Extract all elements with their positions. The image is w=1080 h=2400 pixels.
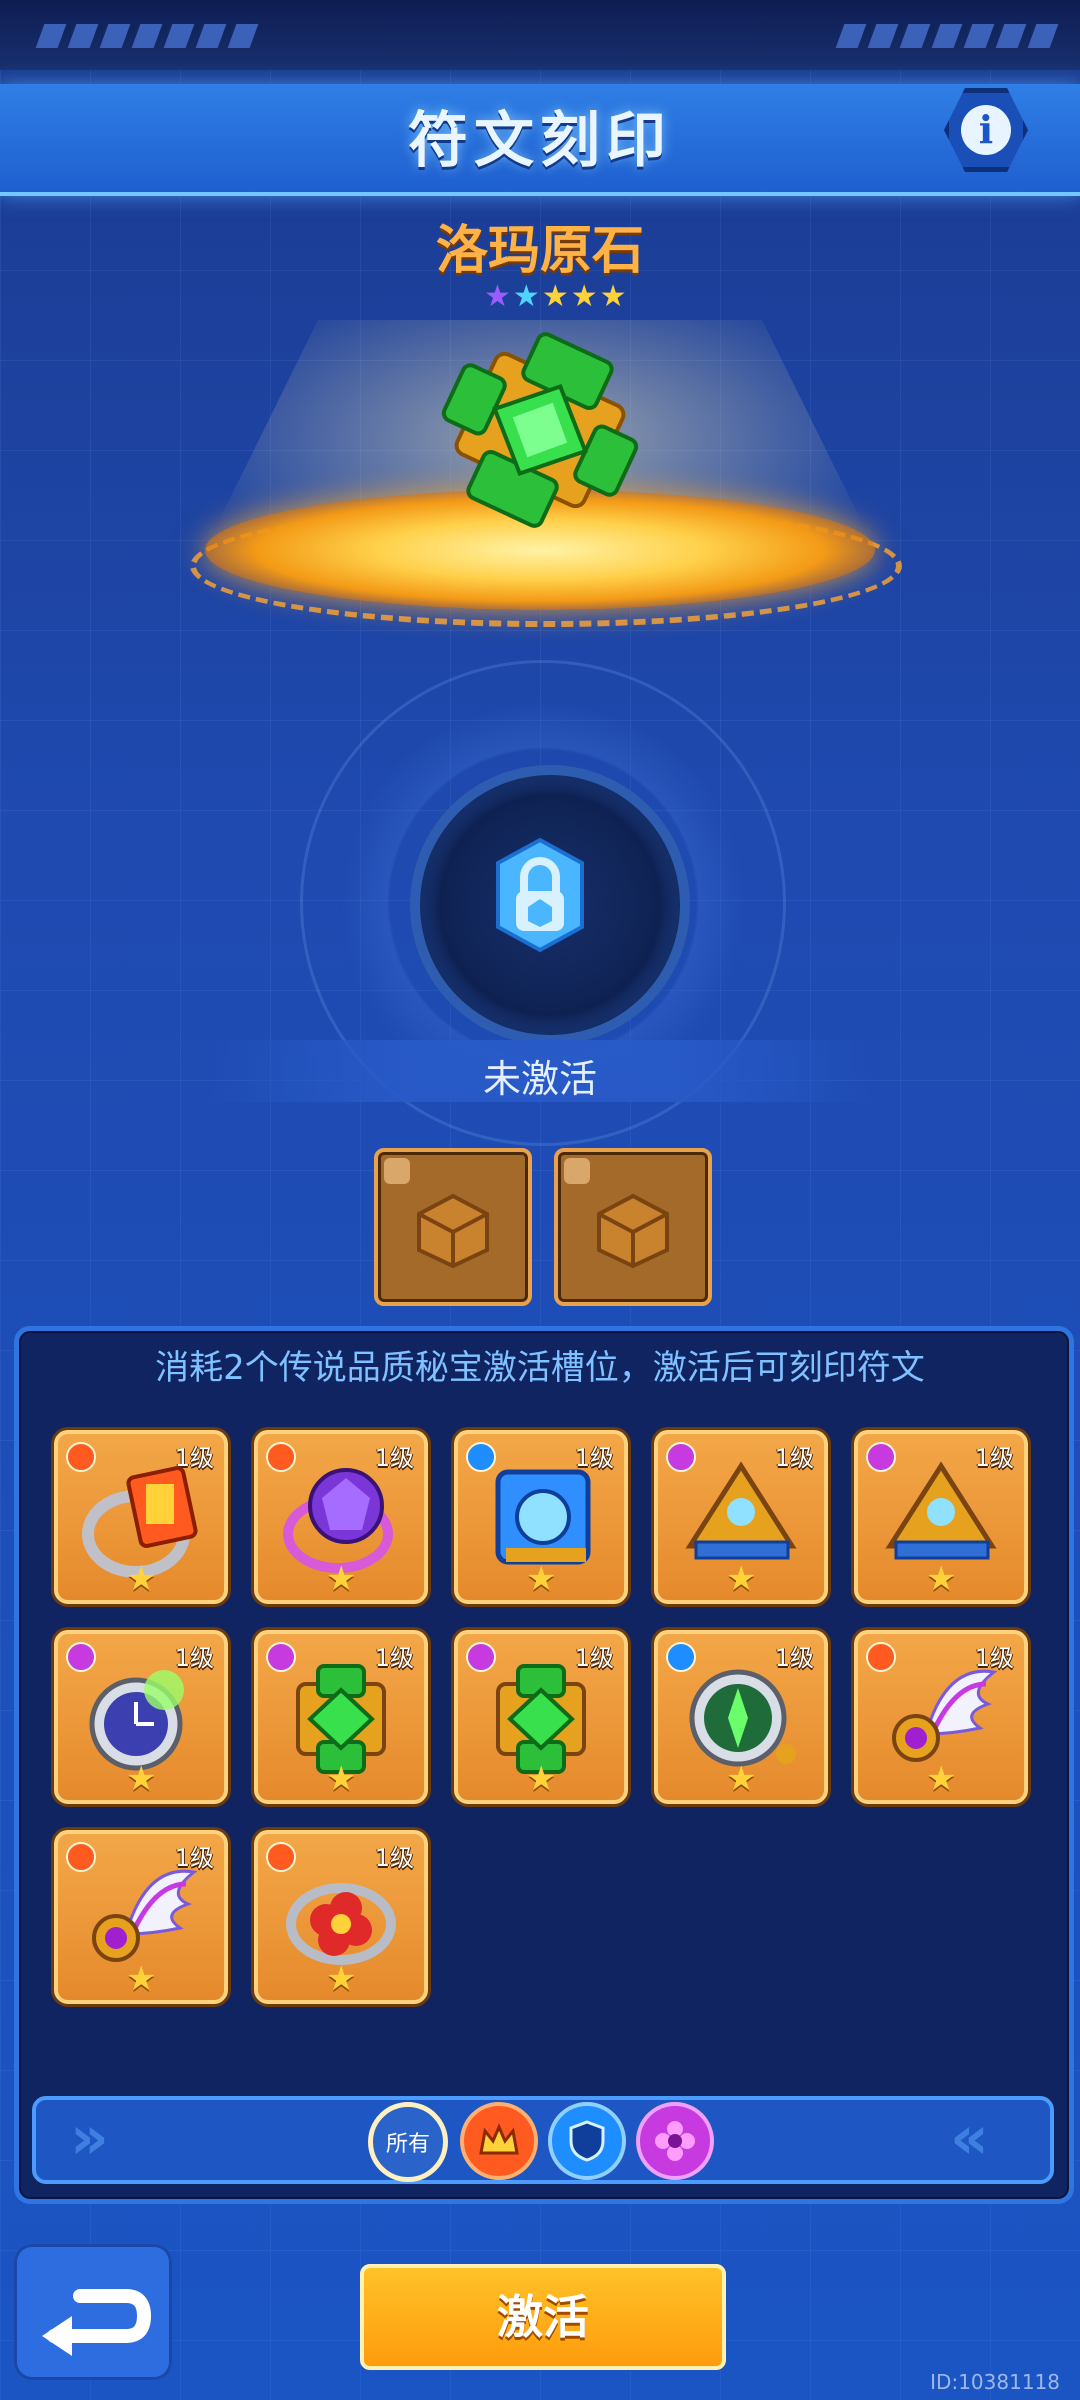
star-icon: ★: [326, 1759, 357, 1799]
star-icon: ★: [526, 1559, 557, 1599]
star-icon: ★: [326, 1959, 357, 1999]
treasure-card[interactable]: 1级 ★: [54, 1830, 228, 2004]
top-strip: [0, 0, 1080, 70]
activate-button[interactable]: 激活: [360, 2264, 726, 2370]
crown-icon: [479, 2123, 519, 2155]
material-slot-2[interactable]: [554, 1148, 712, 1306]
filter-epic-button[interactable]: [636, 2102, 714, 2180]
treasure-card[interactable]: 1级 ★: [54, 1430, 228, 1604]
back-arrow-icon: [42, 2289, 152, 2356]
star-icon: ★: [126, 1959, 157, 1999]
info-icon: i: [961, 105, 1011, 155]
star-icon: ★: [126, 1759, 157, 1799]
footer-id: ID:10381118: [930, 2370, 1060, 2394]
cube-icon: [597, 1193, 669, 1269]
filter-rare-button[interactable]: [548, 2102, 626, 2180]
chevron-left-icon: «: [950, 2103, 989, 2173]
star-icon: ★: [126, 1559, 157, 1599]
treasure-card[interactable]: 1级 ★: [254, 1430, 428, 1604]
status-text: 未激活: [482, 1057, 597, 1101]
green-gem-icon: [441, 332, 639, 528]
flower-icon: [655, 2121, 695, 2161]
filter-all-button[interactable]: 所有: [368, 2102, 448, 2182]
star-icon: ★: [926, 1759, 957, 1799]
material-slot-1[interactable]: [374, 1148, 532, 1306]
treasure-card[interactable]: 1级 ★: [854, 1630, 1028, 1804]
page-title: 符文刻印: [408, 106, 672, 176]
treasure-card[interactable]: 1级 ★: [254, 1630, 428, 1804]
treasure-card[interactable]: 1级 ★: [854, 1430, 1028, 1604]
back-button[interactable]: [14, 2244, 172, 2380]
star-icon: ★: [726, 1759, 757, 1799]
filter-bar: [32, 2096, 1054, 2184]
filter-legend-button[interactable]: [460, 2102, 538, 2180]
lock-icon: [496, 837, 584, 953]
treasure-card[interactable]: 1级 ★: [54, 1630, 228, 1804]
panel-hint: 消耗2个传说品质秘宝激活槽位，激活后可刻印符文: [155, 1348, 925, 1388]
item-name: 洛玛原石: [435, 221, 644, 281]
star-icon: ★: [726, 1559, 757, 1599]
treasure-card[interactable]: 1级 ★: [654, 1430, 828, 1604]
star-icon: ★: [926, 1559, 957, 1599]
cube-icon: [417, 1193, 489, 1269]
treasure-card[interactable]: 1级 ★: [254, 1830, 428, 2004]
shield-icon: [569, 2120, 605, 2162]
item-stars: ★ ★ ★ ★ ★: [484, 279, 627, 314]
star-icon: ★: [326, 1559, 357, 1599]
treasure-card[interactable]: 1级 ★: [654, 1630, 828, 1804]
treasure-card[interactable]: 1级 ★: [454, 1430, 628, 1604]
treasure-card[interactable]: 1级 ★: [454, 1630, 628, 1804]
chevron-right-icon: »: [70, 2103, 109, 2173]
star-icon: ★: [526, 1759, 557, 1799]
